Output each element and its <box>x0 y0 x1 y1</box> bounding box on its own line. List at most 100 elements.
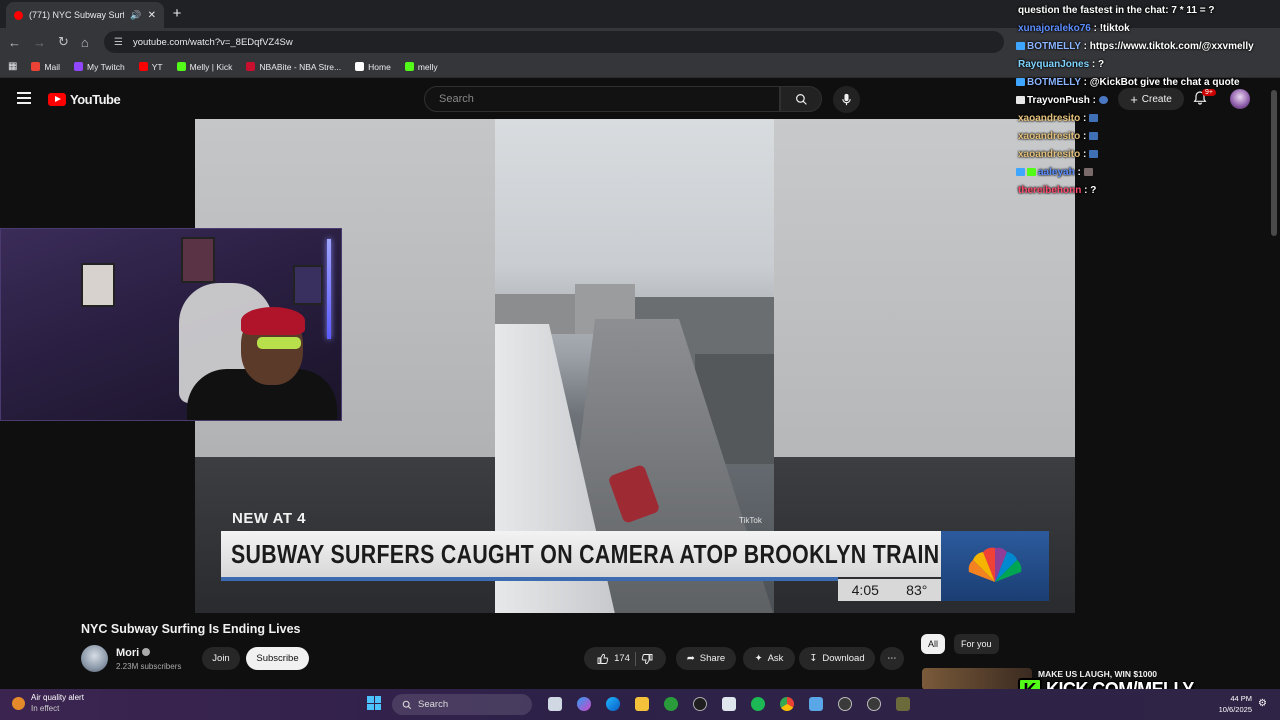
bookmark-my-twitch[interactable]: My Twitch <box>74 62 125 72</box>
news-kicker: NEW AT 4 <box>232 510 306 527</box>
menu-icon[interactable] <box>17 92 31 104</box>
account-avatar[interactable] <box>1230 89 1250 109</box>
address-bar[interactable]: ☰ youtube.com/watch?v=_8EDqfVZ4Sw <box>104 31 1004 53</box>
chip-for-you[interactable]: For you <box>954 634 999 654</box>
chat-message: aaleyah : <box>1016 167 1095 178</box>
emote-icon <box>1089 114 1099 122</box>
gmail-icon <box>31 62 41 71</box>
search-button[interactable] <box>780 86 822 112</box>
chat-message: xaoandresito : <box>1018 131 1100 142</box>
notification-count-badge: 9+ <box>1202 89 1216 96</box>
alert-title: Air quality alert <box>31 693 84 702</box>
bookmark-yt[interactable]: YT <box>138 62 163 72</box>
home-icon[interactable]: ⌂ <box>81 35 89 50</box>
download-button[interactable]: ↧ Download <box>799 647 875 670</box>
share-button[interactable]: ➦ Share <box>676 647 736 670</box>
bookmark-melly[interactable]: melly <box>404 62 438 72</box>
app-icon[interactable] <box>896 697 910 711</box>
browser-tab[interactable]: (771) NYC Subway Surfing 🔊 ✕ <box>6 2 164 28</box>
windows-start-icon[interactable] <box>367 696 381 710</box>
site-info-icon[interactable]: ☰ <box>114 37 123 48</box>
app-icon[interactable] <box>867 697 881 711</box>
chat-message: TrayvonPush : <box>1016 95 1110 106</box>
more-actions-button[interactable]: ⋯ <box>880 647 904 670</box>
join-button[interactable]: Join <box>202 647 240 670</box>
back-icon[interactable]: ← <box>8 35 21 50</box>
bookmark-melly-kick[interactable]: Melly | Kick <box>176 62 232 72</box>
copilot-icon[interactable] <box>577 697 591 711</box>
thumbs-up-icon <box>597 653 609 664</box>
system-clock[interactable]: 44 PM 10/6/2025 <box>1212 693 1252 715</box>
search-icon <box>402 700 412 709</box>
channel-avatar[interactable] <box>81 645 108 672</box>
thumbs-down-icon[interactable] <box>641 653 653 665</box>
tab-audio-icon[interactable]: 🔊 <box>130 10 141 21</box>
nbc-logo-box <box>941 531 1049 601</box>
x-icon <box>355 62 365 71</box>
plus-icon: + <box>1130 91 1138 107</box>
search-input[interactable]: Search <box>424 86 780 112</box>
xbox-icon[interactable] <box>664 697 678 711</box>
chat-badge-icon <box>1016 42 1025 50</box>
nba-icon <box>246 62 256 71</box>
store-icon[interactable] <box>722 697 736 711</box>
tab-close-icon[interactable]: ✕ <box>148 10 156 21</box>
task-view-icon[interactable] <box>548 697 562 711</box>
chat-message: thereibehonn : ? <box>1018 185 1097 196</box>
download-icon: ↧ <box>809 653 818 664</box>
media-player-icon[interactable] <box>838 697 852 711</box>
download-label: Download <box>822 653 865 664</box>
file-explorer-icon[interactable] <box>635 697 649 711</box>
chat-message: question the fastest in the chat: 7 * 11… <box>1018 5 1215 16</box>
chat-badge-icon <box>1016 168 1025 176</box>
new-tab-button[interactable]: + <box>170 5 184 22</box>
taskbar-search-label: Search <box>418 699 449 710</box>
chat-message: RayquanJones : ? <box>1018 59 1105 70</box>
youtube-logo[interactable]: YouTube <box>48 92 121 107</box>
ask-button[interactable]: ✦ Ask <box>743 647 795 670</box>
like-button[interactable]: 174 <box>597 653 630 665</box>
obs-icon[interactable] <box>693 697 707 711</box>
bookmark-home[interactable]: Home <box>355 62 391 72</box>
apps-grid-icon[interactable]: ▦ <box>8 61 17 72</box>
forward-icon[interactable]: → <box>33 35 46 50</box>
wall-poster <box>293 265 323 305</box>
chat-message: xaoandresito : <box>1018 113 1100 124</box>
news-temp: 83° <box>906 582 928 598</box>
channel-name[interactable]: Mori <box>116 647 139 659</box>
ask-label: Ask <box>767 653 784 664</box>
recommendation-thumbnail[interactable] <box>922 668 1032 690</box>
emote-icon <box>1089 150 1099 158</box>
news-headline: SUBWAY SURFERS CAUGHT ON CAMERA ATOP BRO… <box>231 538 940 569</box>
streamer-webcam <box>0 228 342 421</box>
reload-icon[interactable]: ↻ <box>58 34 69 50</box>
edge-icon[interactable] <box>606 697 620 711</box>
subscribe-button[interactable]: Subscribe <box>246 647 309 670</box>
news-time-temp: 4:05 83° <box>838 579 941 601</box>
create-label: Create <box>1141 93 1172 105</box>
twitch-icon <box>74 62 84 71</box>
photos-icon[interactable] <box>809 697 823 711</box>
notification-center-icon[interactable]: ⚙ <box>1258 698 1267 709</box>
spotify-icon[interactable] <box>751 697 765 711</box>
chat-message: BOTMELLY : https://www.tiktok.com/@xxvme… <box>1016 41 1254 52</box>
bookmark-nbabite[interactable]: NBABite - NBA Stre... <box>246 62 341 72</box>
news-headline-bar: SUBWAY SURFERS CAUGHT ON CAMERA ATOP BRO… <box>221 531 941 577</box>
chrome-icon[interactable] <box>780 697 794 711</box>
taskbar-search[interactable]: Search <box>392 694 532 715</box>
kick-icon <box>176 62 186 71</box>
microphone-icon <box>842 93 851 106</box>
like-dislike-group: 174 <box>584 647 666 670</box>
weather-widget[interactable]: Air quality alert In effect <box>12 692 84 714</box>
voice-search-button[interactable] <box>833 86 860 113</box>
tab-title: (771) NYC Subway Surfing <box>29 10 124 20</box>
chip-all[interactable]: All <box>921 634 946 654</box>
youtube-icon <box>138 62 148 71</box>
page-scrollbar[interactable] <box>1271 90 1277 236</box>
youtube-favicon-icon <box>14 10 23 20</box>
emote-icon <box>1098 96 1108 104</box>
emote-icon <box>1083 168 1093 176</box>
emote-icon <box>1089 132 1099 140</box>
bookmark-mail[interactable]: Mail <box>31 62 60 72</box>
create-button[interactable]: + Create <box>1118 88 1184 110</box>
